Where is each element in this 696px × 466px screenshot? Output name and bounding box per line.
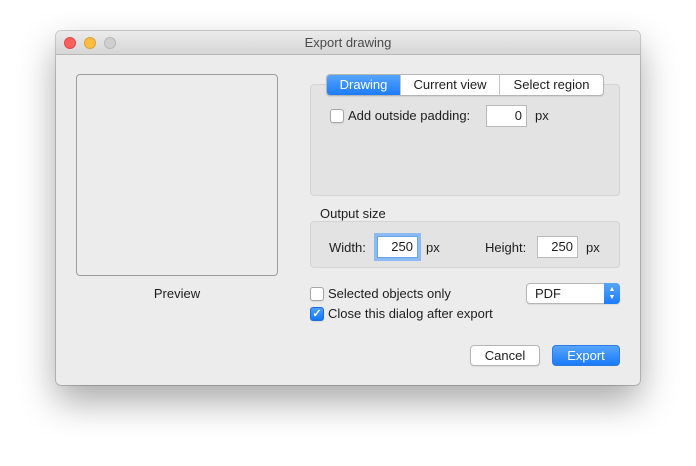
selected-objects-checkbox[interactable] [310,287,324,301]
close-after-export-label: Close this dialog after export [328,306,493,321]
add-padding-label: Add outside padding: [348,108,471,123]
width-label: Width: [329,240,366,255]
padding-input[interactable]: 0 [486,105,527,127]
selected-objects-label: Selected objects only [328,286,451,301]
height-unit: px [586,240,600,255]
export-dialog: Export drawing Preview Drawing Current v… [56,31,640,385]
up-down-arrows-icon: ▲ ▼ [604,283,620,304]
tab-select-region[interactable]: Select region [499,75,603,95]
tab-current-view[interactable]: Current view [400,75,499,95]
add-padding-checkbox[interactable] [330,109,344,123]
window-title: Export drawing [304,35,392,50]
checkmark-icon: ✓ [312,308,322,320]
cancel-button[interactable]: Cancel [470,345,540,366]
height-label: Height: [485,240,527,255]
width-unit: px [426,240,440,255]
format-select[interactable]: PDF ▲ ▼ [526,283,620,304]
export-scope-panel [310,84,620,196]
height-input[interactable]: 250 [537,236,578,258]
output-size-title: Output size [320,206,386,221]
preview-label: Preview [153,286,201,301]
close-after-export-checkbox[interactable]: ✓ [310,307,324,321]
tab-drawing[interactable]: Drawing [327,75,400,95]
export-button[interactable]: Export [552,345,620,366]
format-select-value: PDF [535,286,561,301]
export-scope-tabs: Drawing Current view Select region [326,74,604,96]
preview-canvas [76,74,278,276]
width-input[interactable]: 250 [377,236,418,258]
padding-unit: px [535,108,549,123]
title-bar[interactable]: Export drawing [56,31,640,55]
